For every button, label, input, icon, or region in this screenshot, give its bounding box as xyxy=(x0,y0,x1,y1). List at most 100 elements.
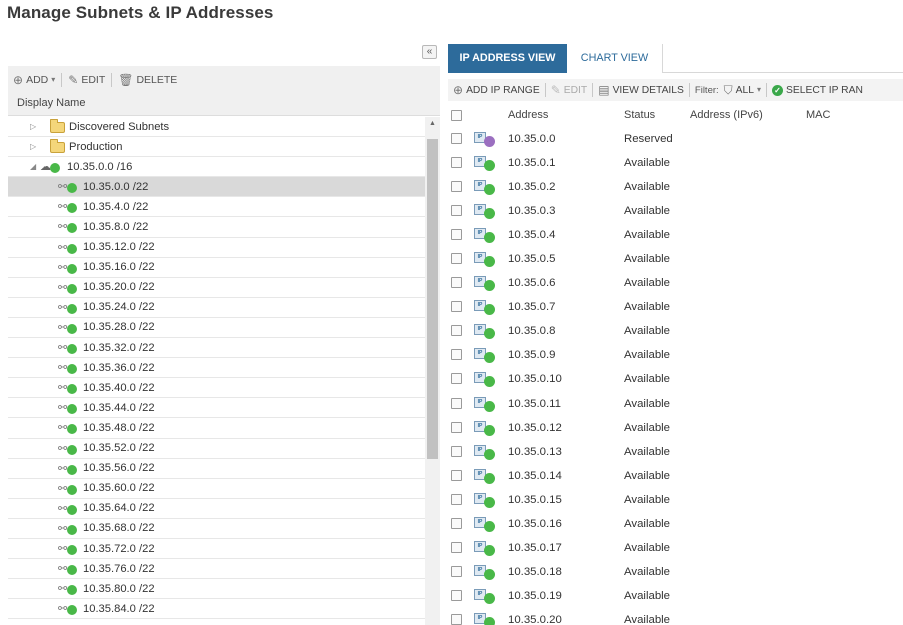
table-row[interactable]: IP 10.35.0.16 Available xyxy=(448,512,903,536)
table-row[interactable]: IP 10.35.0.20 Available xyxy=(448,608,903,625)
tree-subnet-row[interactable]: ⚯ 10.35.16.0 /22 xyxy=(8,258,425,278)
scroll-up-arrow-icon[interactable]: ▲ xyxy=(425,117,440,130)
table-row[interactable]: IP 10.35.0.12 Available xyxy=(448,416,903,440)
row-checkbox[interactable] xyxy=(451,205,462,217)
subnet-icon: ⚯ xyxy=(58,542,68,555)
table-row[interactable]: IP 10.35.0.8 Available xyxy=(448,319,903,343)
view-details-button[interactable]: ▤ VIEW DETAILS xyxy=(598,84,684,96)
column-header-status[interactable]: Status xyxy=(624,109,655,121)
expand-arrow-icon[interactable]: ▷ xyxy=(30,122,36,131)
table-row[interactable]: IP 10.35.0.19 Available xyxy=(448,584,903,608)
tree-subnet-row[interactable]: ⚯ 10.35.36.0 /22 xyxy=(8,358,425,379)
delete-button[interactable]: 🗑 DELETE xyxy=(118,74,177,86)
table-row[interactable]: IP 10.35.0.14 Available xyxy=(448,464,903,488)
tree-subnet-row[interactable]: ⚯ 10.35.44.0 /22 xyxy=(8,398,425,419)
tree-subnet-row[interactable]: ⚯ 10.35.8.0 /22 xyxy=(8,217,425,238)
tree-subnet-row[interactable]: ⚯ 10.35.68.0 /22 xyxy=(8,519,425,539)
row-checkbox[interactable] xyxy=(451,589,462,601)
row-checkbox[interactable] xyxy=(451,397,462,409)
row-checkbox[interactable] xyxy=(451,613,462,625)
status-dot xyxy=(67,364,77,375)
tree-subnet-row[interactable]: ⚯ 10.35.12.0 /22 xyxy=(8,238,425,258)
table-row[interactable]: IP 10.35.0.0 Reserved xyxy=(448,127,903,151)
row-checkbox[interactable] xyxy=(451,133,462,144)
tree-subnet-row[interactable]: ⚯ 10.35.56.0 /22 xyxy=(8,459,425,479)
add-button[interactable]: ⊕ ADD ▾ xyxy=(13,74,55,86)
tree-group-row[interactable]: ▷ Production xyxy=(8,137,425,158)
row-checkbox[interactable] xyxy=(451,517,462,529)
table-row[interactable]: IP 10.35.0.3 Available xyxy=(448,199,903,223)
row-checkbox[interactable] xyxy=(451,157,462,169)
row-checkbox[interactable] xyxy=(451,421,462,433)
select-all-checkbox[interactable] xyxy=(451,110,462,121)
table-row[interactable]: IP 10.35.0.10 Available xyxy=(448,367,903,391)
collapse-arrow-icon[interactable]: ◢ xyxy=(30,162,36,171)
tree-supernet-row[interactable]: ◢ ☁ 10.35.0.0 /16 xyxy=(8,157,425,178)
cell-address: 10.35.0.5 xyxy=(508,253,556,266)
table-row[interactable]: IP 10.35.0.15 Available xyxy=(448,488,903,512)
row-checkbox[interactable] xyxy=(451,493,462,505)
collapse-pane-button[interactable]: « xyxy=(422,45,437,59)
tree-group-row[interactable]: ▷ Discovered Subnets xyxy=(8,117,425,138)
table-row[interactable]: IP 10.35.0.2 Available xyxy=(448,175,903,199)
tree-subnet-row[interactable]: ⚯ 10.35.72.0 /22 xyxy=(8,539,425,560)
table-row[interactable]: IP 10.35.0.6 Available xyxy=(448,271,903,295)
row-checkbox[interactable] xyxy=(451,229,462,241)
column-header-address[interactable]: Address xyxy=(508,109,548,121)
tree-subnet-label: 10.35.80.0 /22 xyxy=(83,582,155,595)
check-circle-icon: ✓ xyxy=(772,84,784,96)
tree-subnet-row[interactable]: ⚯ 10.35.52.0 /22 xyxy=(8,439,425,459)
tree-subnet-row[interactable]: ⚯ 10.35.32.0 /22 xyxy=(8,338,425,359)
column-header-ipv6[interactable]: Address (IPv6) xyxy=(690,109,763,121)
tree-subnet-row[interactable]: ⚯ 10.35.64.0 /22 xyxy=(8,499,425,519)
row-checkbox[interactable] xyxy=(451,349,462,361)
tree-subnet-row[interactable]: ⚯ 10.35.48.0 /22 xyxy=(8,418,425,439)
select-ip-range-button[interactable]: ✓ SELECT IP RAN xyxy=(772,84,863,96)
add-ip-range-button[interactable]: ⊕ ADD IP RANGE xyxy=(453,84,540,96)
table-row[interactable]: IP 10.35.0.11 Available xyxy=(448,392,903,416)
row-checkbox[interactable] xyxy=(451,301,462,313)
tree-subnet-row[interactable]: ⚯ 10.35.4.0 /22 xyxy=(8,197,425,218)
ip-address-grid: IP 10.35.0.0 Reserved IP 10.35.0.1 Available I… xyxy=(448,127,903,625)
tree-subnet-label: 10.35.12.0 /22 xyxy=(83,241,155,254)
row-checkbox[interactable] xyxy=(451,541,462,553)
tree-subnet-row[interactable]: ⚯ 10.35.76.0 /22 xyxy=(8,559,425,580)
row-checkbox[interactable] xyxy=(451,277,462,289)
table-row[interactable]: IP 10.35.0.18 Available xyxy=(448,560,903,584)
tree-subnet-row[interactable]: ⚯ 10.35.40.0 /22 xyxy=(8,378,425,399)
tree-subnet-row[interactable]: ⚯ 10.35.0.0 /22 xyxy=(8,177,425,198)
subnet-icon: ⚯ xyxy=(58,462,68,475)
table-row[interactable]: IP 10.35.0.4 Available xyxy=(448,223,903,247)
tree-subnet-label: 10.35.52.0 /22 xyxy=(83,442,155,455)
tree-subnet-row[interactable]: ⚯ 10.35.24.0 /22 xyxy=(8,298,425,318)
row-checkbox[interactable] xyxy=(451,325,462,337)
tree-scrollbar[interactable]: ▲ xyxy=(425,117,440,625)
row-checkbox[interactable] xyxy=(451,469,462,481)
row-checkbox[interactable] xyxy=(451,253,462,265)
row-checkbox[interactable] xyxy=(451,373,462,385)
table-row[interactable]: IP 10.35.0.7 Available xyxy=(448,295,903,319)
tab-ip-address-view[interactable]: IP ADDRESS VIEW xyxy=(448,44,567,73)
table-row[interactable]: IP 10.35.0.17 Available xyxy=(448,536,903,560)
folder-icon xyxy=(50,119,65,133)
tree-subnet-row[interactable]: ⚯ 10.35.60.0 /22 xyxy=(8,479,425,499)
edit-ip-button[interactable]: ✎ EDIT xyxy=(551,84,588,96)
tree-subnet-row[interactable]: ⚯ 10.35.28.0 /22 xyxy=(8,318,425,339)
expand-arrow-icon[interactable]: ▷ xyxy=(30,142,36,151)
table-row[interactable]: IP 10.35.0.1 Available xyxy=(448,151,903,175)
tree-subnet-row[interactable]: ⚯ 10.35.20.0 /22 xyxy=(8,278,425,298)
row-checkbox[interactable] xyxy=(451,445,462,457)
tree-subnet-row[interactable]: ⚯ 10.35.84.0 /22 xyxy=(8,599,425,620)
scroll-thumb[interactable] xyxy=(427,139,438,459)
tab-chart-view[interactable]: CHART VIEW xyxy=(567,44,663,73)
column-header-mac[interactable]: MAC xyxy=(806,109,830,121)
table-row[interactable]: IP 10.35.0.13 Available xyxy=(448,440,903,464)
edit-button[interactable]: ✎ EDIT xyxy=(68,74,105,86)
status-dot xyxy=(484,424,495,436)
table-row[interactable]: IP 10.35.0.9 Available xyxy=(448,343,903,367)
row-checkbox[interactable] xyxy=(451,565,462,577)
filter-dropdown[interactable]: ⛉ ALL ▾ xyxy=(724,84,761,96)
table-row[interactable]: IP 10.35.0.5 Available xyxy=(448,247,903,271)
tree-subnet-row[interactable]: ⚯ 10.35.80.0 /22 xyxy=(8,579,425,600)
row-checkbox[interactable] xyxy=(451,181,462,193)
